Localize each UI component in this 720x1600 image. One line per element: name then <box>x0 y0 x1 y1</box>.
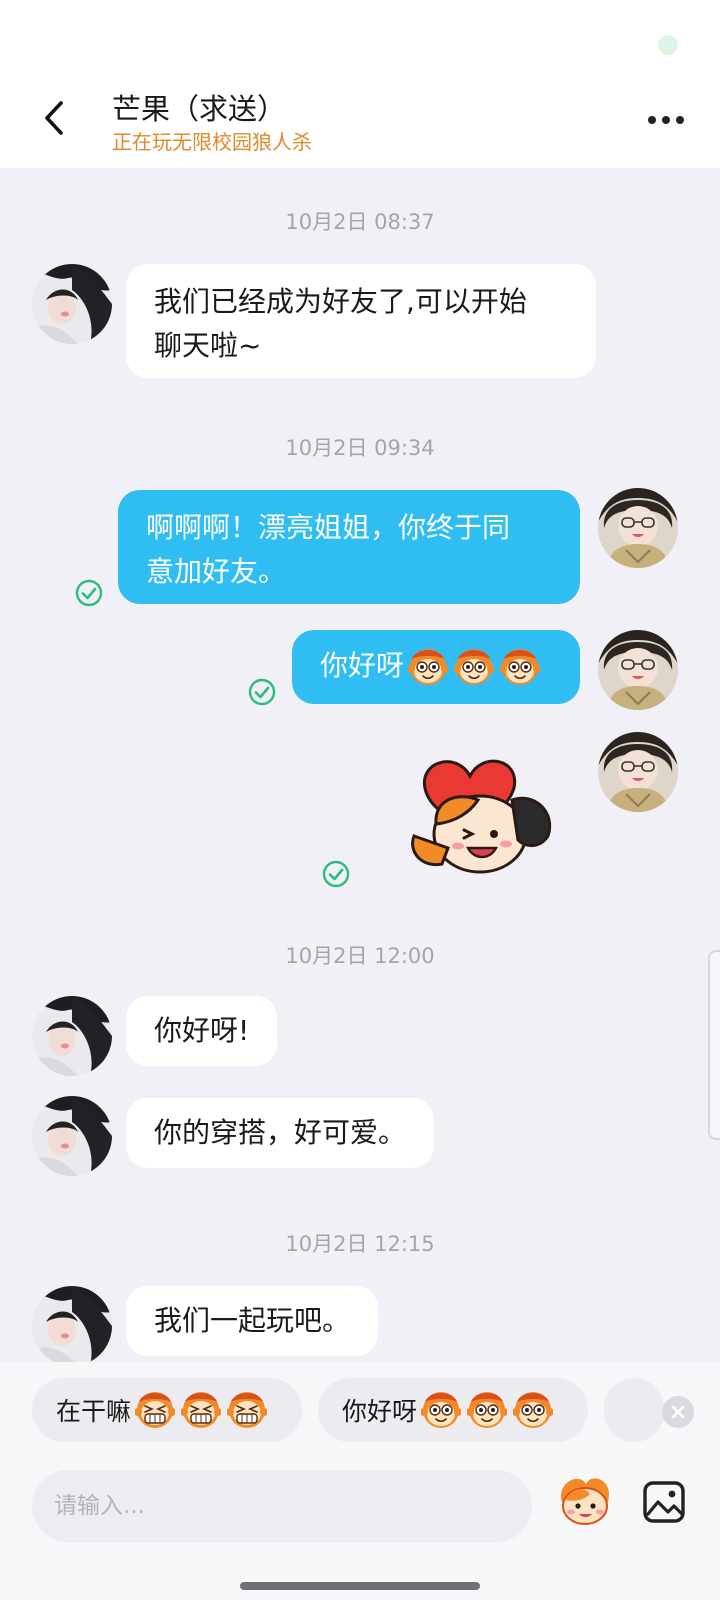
my-avatar[interactable] <box>598 732 678 812</box>
message-timestamp: 10月2日 12:00 <box>285 944 435 968</box>
contact-avatar-image <box>32 996 112 1076</box>
contact-avatar[interactable] <box>32 1096 112 1176</box>
quick-reply-chip[interactable]: 你好呀 <box>318 1378 588 1442</box>
message-bubble-outgoing[interactable]: 啊啊啊！漂亮姐姐，你终于同 意加好友。 <box>118 490 580 604</box>
my-avatar[interactable] <box>598 630 678 710</box>
read-check-icon <box>248 678 276 706</box>
monkey-face-emoji-icon <box>500 648 541 686</box>
my-avatar-image <box>598 488 678 568</box>
monkey-face-emoji-icon <box>408 648 449 686</box>
contact-avatar[interactable] <box>32 264 112 344</box>
my-avatar[interactable] <box>598 488 678 568</box>
message-bubble-incoming[interactable]: 你好呀! <box>126 996 278 1066</box>
grin-monkey-emoji-icon <box>135 1391 176 1429</box>
contact-name[interactable]: 芒果（求送） <box>112 86 286 128</box>
image-picker-button[interactable] <box>642 1480 686 1524</box>
message-text-line: 我们已经成为好友了,可以开始 <box>154 285 527 318</box>
grin-monkey-emoji-icon <box>227 1391 268 1429</box>
more-dot-icon <box>676 116 684 124</box>
input-bar <box>0 1458 720 1600</box>
more-dot-icon <box>648 116 656 124</box>
my-avatar-image <box>598 630 678 710</box>
message-timestamp: 10月2日 09:34 <box>285 436 435 460</box>
message-text: 我们一起玩吧。 <box>154 1304 351 1337</box>
quick-reply-chip-partial[interactable] <box>604 1378 664 1442</box>
contact-avatar[interactable] <box>32 996 112 1076</box>
message-text-line: 意加好友。 <box>146 555 287 588</box>
quick-reply-text: 你好呀 <box>342 1397 418 1426</box>
quick-reply-bar: 在干嘛 你好呀 <box>0 1362 720 1458</box>
message-input[interactable] <box>32 1470 532 1542</box>
status-bar <box>0 0 720 80</box>
monkey-face-emoji-icon <box>454 648 495 686</box>
message-text-line: 聊天啦~ <box>154 329 262 362</box>
quick-reply-text: 在干嘛 <box>56 1397 132 1426</box>
chat-header: 芒果（求送） 正在玩无限校园狼人杀 <box>0 80 720 168</box>
back-button[interactable] <box>34 96 74 140</box>
emoji-group <box>408 647 541 687</box>
message-bubble-outgoing[interactable]: 你好呀 <box>292 630 580 704</box>
monkey-face-emoji-icon <box>467 1391 508 1429</box>
monkey-face-emoji-icon <box>513 1391 554 1429</box>
message-timestamp: 10月2日 08:37 <box>285 210 435 234</box>
sticker-picker-button[interactable] <box>556 1472 614 1530</box>
scroll-handle[interactable] <box>708 950 720 1140</box>
message-bubble-incoming[interactable]: 我们一起玩吧。 <box>126 1286 379 1356</box>
close-icon <box>671 1405 685 1419</box>
message-text: 你好呀! <box>154 1014 250 1047</box>
message-timestamp: 10月2日 12:15 <box>285 1232 435 1256</box>
emoji-group <box>135 1390 268 1430</box>
quick-reply-chip[interactable]: 在干嘛 <box>32 1378 302 1442</box>
read-check-icon <box>322 860 350 888</box>
home-indicator <box>240 1582 480 1590</box>
message-text: 你好呀 <box>320 649 405 682</box>
message-text-line: 啊啊啊！漂亮姐姐，你终于同 <box>146 511 511 544</box>
message-text: 你的穿搭，好可爱。 <box>154 1116 407 1149</box>
message-bubble-incoming[interactable]: 我们已经成为好友了,可以开始 聊天啦~ <box>126 264 596 378</box>
read-check-icon <box>75 579 103 607</box>
chevron-left-icon <box>45 101 63 135</box>
message-bubble-incoming[interactable]: 你的穿搭，好可爱。 <box>126 1098 435 1168</box>
contact-status: 正在玩无限校园狼人杀 <box>112 130 312 154</box>
grin-monkey-emoji-icon <box>181 1391 222 1429</box>
contact-avatar-image <box>32 264 112 344</box>
my-avatar-image <box>598 732 678 812</box>
close-quick-replies-button[interactable] <box>662 1396 694 1428</box>
status-indicator <box>658 35 678 55</box>
more-dot-icon <box>662 116 670 124</box>
contact-avatar[interactable] <box>32 1286 112 1366</box>
contact-avatar-image <box>32 1096 112 1176</box>
emoji-group <box>421 1390 554 1430</box>
monkey-face-emoji-icon <box>421 1391 462 1429</box>
more-options-button[interactable] <box>636 102 696 138</box>
monkey-heart-sticker[interactable] <box>408 752 560 876</box>
contact-avatar-image <box>32 1286 112 1366</box>
